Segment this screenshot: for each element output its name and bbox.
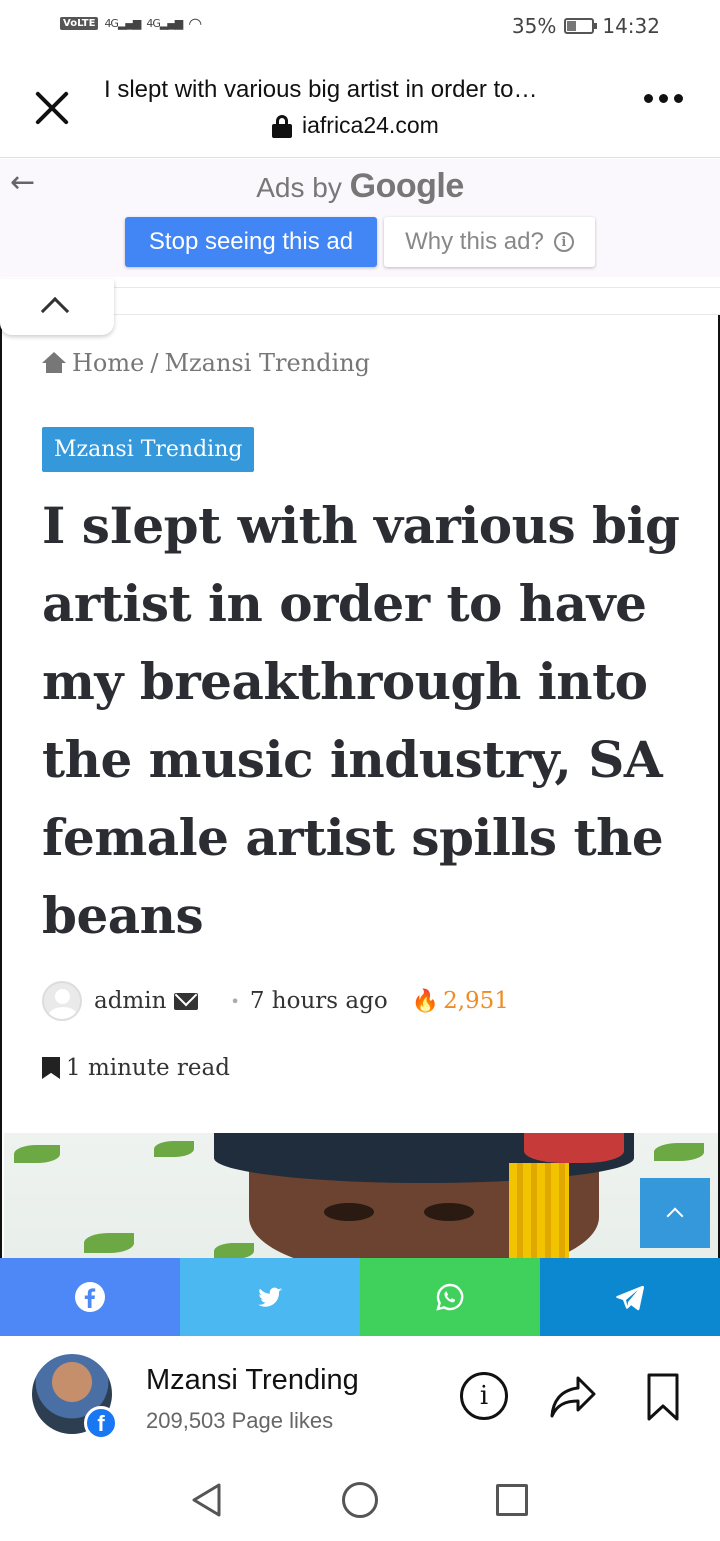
share-facebook-button[interactable]: [0, 1258, 180, 1336]
facebook-badge-icon: f: [84, 1406, 118, 1440]
chevron-up-icon: [666, 1207, 684, 1225]
collapse-ad-button[interactable]: [0, 279, 114, 335]
read-time-text: 1 minute read: [66, 1055, 230, 1081]
signal-1-icon: 4G▂▄▆: [104, 17, 141, 30]
breadcrumb-home-link[interactable]: Home: [72, 349, 144, 377]
url-text: iafrica24.com: [302, 112, 439, 138]
home-icon: [42, 352, 66, 374]
ads-by-text: Ads by: [256, 172, 342, 203]
scroll-to-top-button[interactable]: [640, 1178, 710, 1248]
post-time: 7 hours ago: [249, 988, 388, 1014]
why-this-ad-button[interactable]: Why this ad? i: [384, 217, 595, 267]
share-arrow-icon[interactable]: [548, 1372, 598, 1420]
battery-icon: [564, 18, 598, 34]
network-type-1: 4G: [104, 17, 118, 30]
share-whatsapp-button[interactable]: [360, 1258, 540, 1336]
author-avatar[interactable]: [42, 981, 82, 1021]
info-icon: i: [479, 1381, 489, 1411]
network-type-2: 4G: [146, 17, 160, 30]
breadcrumb-current[interactable]: Mzansi Trending: [164, 349, 370, 377]
ads-by-google-label: Ads by Google: [0, 167, 720, 206]
nav-recents-icon[interactable]: [496, 1484, 528, 1516]
share-bar: [0, 1258, 720, 1336]
status-bar: VoLTE 4G▂▄▆ 4G▂▄▆ ◠ 35% 14:32: [0, 0, 720, 56]
share-twitter-button[interactable]: [180, 1258, 360, 1336]
author-name[interactable]: admin: [94, 988, 166, 1014]
lock-icon: [272, 114, 292, 138]
page-likes: 209,503 Page likes: [146, 1408, 334, 1433]
nav-back-icon[interactable]: [190, 1482, 224, 1518]
share-telegram-button[interactable]: [540, 1258, 720, 1336]
bookmark-icon: [42, 1057, 60, 1079]
google-wordmark: Google: [349, 167, 465, 205]
whatsapp-icon: [436, 1283, 464, 1311]
clock: 14:32: [602, 14, 660, 38]
read-time: 1 minute read: [42, 1055, 230, 1081]
save-bookmark-icon[interactable]: [646, 1372, 680, 1422]
chevron-up-icon: [40, 296, 70, 326]
fire-icon: 🔥: [411, 988, 440, 1014]
battery-fill: [567, 21, 576, 31]
info-icon: i: [553, 232, 574, 252]
views-value: 2,951: [443, 988, 509, 1014]
twitter-icon: [258, 1287, 282, 1307]
ad-feedback-panel: ← Ads by Google Stop seeing this ad Why …: [0, 159, 720, 277]
status-right-icons: 35% 14:32: [512, 14, 660, 38]
facebook-icon: [75, 1282, 105, 1312]
more-options-button[interactable]: [644, 94, 683, 103]
why-this-ad-label: Why this ad?: [405, 228, 544, 255]
page-name[interactable]: Mzansi Trending: [146, 1364, 359, 1397]
url-display[interactable]: iafrica24.com: [272, 112, 439, 139]
page-title: I slept with various big artist in order…: [104, 76, 538, 103]
article-headline: I sIept with various big artist in order…: [42, 496, 680, 945]
mail-icon[interactable]: [174, 992, 199, 1010]
volte-badge: VoLTE: [60, 17, 99, 30]
ad-divider: [114, 287, 720, 315]
meta-separator: •: [230, 991, 240, 1011]
category-badge[interactable]: Mzansi Trending: [42, 427, 255, 472]
system-nav-bar: [0, 1456, 720, 1541]
telegram-icon: [616, 1285, 645, 1311]
info-button[interactable]: i: [460, 1372, 508, 1420]
browser-top-bar: I slept with various big artist in order…: [0, 56, 720, 158]
breadcrumb-separator: /: [150, 349, 159, 377]
article-hero-image[interactable]: [4, 1133, 718, 1258]
battery-percent: 35%: [511, 14, 557, 38]
status-left-icons: VoLTE 4G▂▄▆ 4G▂▄▆ ◠: [60, 14, 202, 33]
article-meta: admin • 7 hours ago 🔥 2,951: [42, 981, 509, 1021]
views-count: 🔥 2,951: [412, 988, 509, 1014]
close-button[interactable]: [28, 84, 76, 132]
wifi-icon: ◠: [188, 14, 203, 33]
breadcrumb: Home / Mzansi Trending: [42, 349, 370, 377]
nav-home-icon[interactable]: [342, 1482, 378, 1518]
signal-2-icon: 4G▂▄▆: [146, 17, 183, 30]
article-container: Home / Mzansi Trending Mzansi Trending I…: [0, 315, 720, 1258]
page-info-footer: f Mzansi Trending 209,503 Page likes i: [0, 1336, 720, 1456]
stop-seeing-ad-button[interactable]: Stop seeing this ad: [125, 217, 377, 267]
